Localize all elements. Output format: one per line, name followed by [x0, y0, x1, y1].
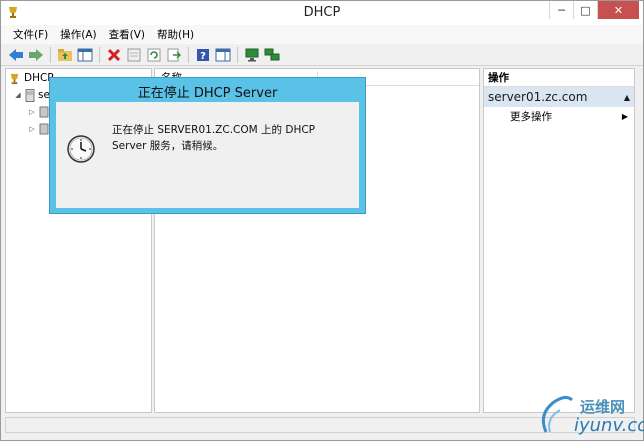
menu-help[interactable]: 帮助(H)	[151, 27, 200, 42]
refresh-icon[interactable]	[145, 46, 163, 64]
toolbar-separator	[188, 46, 189, 63]
tree-item-dhcp[interactable]: DHCP	[8, 70, 54, 86]
actions-section-title: server01.zc.com	[488, 90, 588, 104]
submenu-arrow-icon: ▶	[621, 111, 628, 121]
toolbar: ?	[1, 44, 643, 66]
title-bar: DHCP ─ □ ✕	[1, 1, 643, 25]
folder-icon	[39, 123, 49, 135]
up-folder-icon[interactable]	[56, 46, 74, 64]
minimize-button[interactable]: ─	[549, 1, 573, 19]
watermark-top-text: 运维网	[580, 398, 626, 416]
svg-text:?: ?	[200, 51, 206, 62]
monitor-icon[interactable]	[243, 46, 261, 64]
toolbar-separator	[50, 46, 51, 63]
watermark-swoosh-icon	[541, 395, 574, 433]
dialog-body: 正在停止 SERVER01.ZC.COM 上的 DHCP Server 服务，请…	[56, 102, 359, 208]
menu-action[interactable]: 操作(A)	[54, 27, 102, 42]
toolbar-separator	[99, 46, 100, 63]
properties-icon[interactable]	[125, 46, 143, 64]
actions-pane: 操作 server01.zc.com ▲ 更多操作 ▶	[483, 68, 635, 413]
site-watermark: 运维网 iyunv.com	[536, 392, 644, 438]
delete-icon[interactable]	[105, 46, 123, 64]
mmc-window: DHCP ─ □ ✕ 文件(F) 操作(A) 查看(V) 帮助(H) ? DHC…	[0, 0, 644, 441]
server-icon	[25, 88, 35, 102]
back-icon[interactable]	[7, 46, 25, 64]
watermark-bottom-text: iyunv.com	[574, 415, 644, 436]
folder-icon	[39, 106, 49, 118]
actions-section-server[interactable]: server01.zc.com ▲	[484, 87, 634, 107]
more-actions-label: 更多操作	[510, 110, 552, 123]
menu-file[interactable]: 文件(F)	[7, 27, 54, 42]
tree-item-ipv6[interactable]: ▷	[28, 121, 49, 137]
maximize-button[interactable]: □	[573, 1, 597, 19]
expanded-arrow-icon[interactable]: ◢	[14, 91, 22, 99]
close-button[interactable]: ✕	[597, 1, 639, 19]
collapse-arrow-icon[interactable]: ▲	[624, 93, 630, 102]
dialog-message: 正在停止 SERVER01.ZC.COM 上的 DHCP Server 服务，请…	[112, 124, 316, 152]
dialog-title: 正在停止 DHCP Server	[137, 86, 278, 101]
toolbar-separator	[237, 46, 238, 63]
more-actions-item[interactable]: 更多操作 ▶	[484, 107, 634, 125]
menu-bar: 文件(F) 操作(A) 查看(V) 帮助(H)	[1, 25, 643, 44]
stopping-service-dialog: 正在停止 DHCP Server 正在停止 SERVER01.ZC.COM 上的…	[49, 77, 366, 214]
actions-header: 操作	[484, 69, 634, 87]
window-title: DHCP	[303, 5, 341, 20]
show-hide-tree-icon[interactable]	[76, 46, 94, 64]
clock-icon	[67, 135, 95, 163]
dhcp-trophy-icon	[10, 73, 19, 84]
tree-item-ipv4[interactable]: ▷	[28, 104, 49, 120]
collapsed-arrow-icon[interactable]: ▷	[28, 108, 36, 116]
tree-item-server[interactable]: ◢ se	[14, 87, 50, 103]
network-icon[interactable]	[263, 46, 281, 64]
forward-icon[interactable]	[27, 46, 45, 64]
show-hide-action-pane-icon[interactable]	[214, 46, 232, 64]
collapsed-arrow-icon[interactable]: ▷	[28, 125, 36, 133]
menu-view[interactable]: 查看(V)	[103, 27, 151, 42]
export-list-icon[interactable]	[165, 46, 183, 64]
help-icon[interactable]: ?	[194, 46, 212, 64]
